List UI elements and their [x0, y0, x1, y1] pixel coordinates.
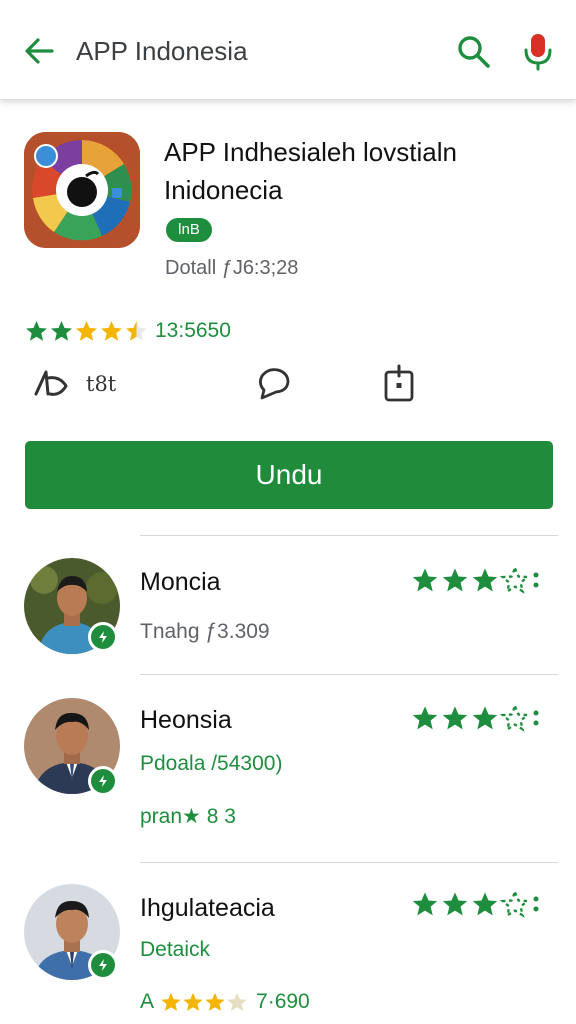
review-score-prefix: A — [140, 990, 155, 1013]
more-dots-icon — [533, 710, 539, 726]
app-icon — [24, 132, 140, 248]
bookmark-icon — [384, 364, 414, 402]
verified-badge-icon — [88, 622, 118, 652]
action-row: t8t — [30, 362, 570, 406]
review-helpful-text: pran★ 8 3 — [140, 805, 236, 828]
more-dots-icon — [533, 572, 539, 588]
app-rating-value: 13:5650 — [155, 319, 231, 342]
review-stars — [410, 566, 542, 594]
verified-badge-icon — [88, 950, 118, 980]
star-full-icon — [26, 321, 47, 341]
star-full-icon — [183, 992, 203, 1011]
review-meta: Detaick — [140, 938, 211, 961]
review-meta: Pdoala /54300) — [140, 752, 283, 775]
star-full-icon — [442, 706, 468, 730]
share-icon — [34, 370, 68, 396]
divider — [140, 862, 558, 863]
star-full-icon — [161, 992, 181, 1011]
divider — [140, 535, 558, 536]
star-full-icon — [412, 706, 438, 730]
star-full-icon — [205, 992, 225, 1011]
star-full-icon — [472, 568, 498, 592]
chat-bubble-icon — [259, 368, 290, 400]
review-score-row: A 7·690 — [140, 990, 310, 1014]
review-stars — [410, 704, 542, 732]
star-full-icon — [472, 892, 498, 916]
wishlist-action[interactable] — [380, 362, 418, 406]
app-rating-stars — [24, 319, 149, 343]
share-label: t8t — [86, 372, 117, 396]
app-name: APP Indhesialeh lovstialn Inidonecia — [164, 137, 457, 205]
star-full-icon — [76, 321, 97, 341]
reviewer-name: Moncia — [140, 568, 221, 596]
reviewer-name: Heonsia — [140, 706, 232, 734]
star-full-icon — [101, 321, 122, 341]
verified-badge-icon — [88, 766, 118, 796]
review-helpful-row: pran★ 8 3 — [140, 804, 236, 829]
review-meta: Tnahg ƒ3.309 — [140, 620, 270, 643]
star-full-icon — [412, 892, 438, 916]
search-icon[interactable] — [456, 34, 492, 70]
content-badge: lnB — [166, 218, 212, 242]
star-empty-icon — [227, 992, 247, 1011]
review-stars — [410, 890, 542, 918]
install-button[interactable]: Undu — [25, 441, 553, 509]
star-full-icon — [442, 892, 468, 916]
app-bar: APP Indonesia — [0, 0, 576, 100]
star-half-icon — [126, 321, 147, 341]
microphone-icon[interactable] — [520, 32, 556, 72]
app-detail: Dotall ƒJ6:3;28 — [165, 257, 299, 279]
reviewer-name: Ihgulateacia — [140, 894, 275, 922]
star-full-icon — [472, 706, 498, 730]
more-dots-icon — [533, 896, 539, 912]
app-rating-row: 13:5650 — [24, 316, 231, 346]
star-empty-icon — [500, 566, 530, 594]
share-action[interactable]: t8t — [30, 362, 116, 406]
divider — [140, 674, 558, 675]
star-full-icon — [51, 321, 72, 341]
comment-action[interactable] — [252, 362, 294, 406]
arrow-back-icon[interactable] — [22, 36, 56, 66]
star-empty-icon — [500, 704, 530, 732]
star-full-icon — [442, 568, 468, 592]
page-title: APP Indonesia — [76, 36, 248, 66]
app-logo-graphic — [24, 132, 140, 248]
star-empty-icon — [500, 890, 530, 918]
star-full-icon — [412, 568, 438, 592]
review-score-value: 7·690 — [256, 990, 310, 1013]
